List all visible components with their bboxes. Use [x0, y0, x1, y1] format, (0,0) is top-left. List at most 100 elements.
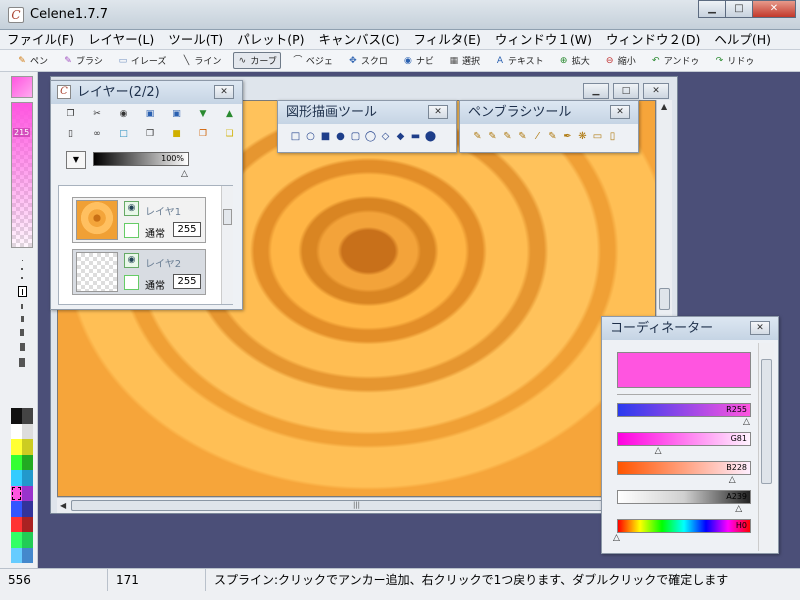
layer-list-scrollbar[interactable]: [221, 186, 233, 304]
pen-tool-icon[interactable]: ❋: [575, 131, 590, 142]
layer-eye-icon[interactable]: ◉: [124, 253, 139, 268]
palette-swatch[interactable]: [11, 408, 22, 424]
layer-down-icon[interactable]: ▼: [198, 109, 209, 120]
scroll-left-icon[interactable]: ◀: [60, 501, 66, 510]
layer-up-icon[interactable]: ▲: [224, 109, 235, 120]
palette-swatch[interactable]: [22, 470, 33, 486]
palette-swatch[interactable]: [11, 501, 22, 517]
menu-canvas[interactable]: キャンバス(C): [311, 30, 406, 49]
canvas-maximize-button[interactable]: □: [613, 83, 639, 99]
delete-layer-icon[interactable]: ✂: [92, 109, 103, 120]
slider-marker-icon[interactable]: △: [729, 475, 736, 485]
color-slider[interactable]: G81: [617, 432, 751, 446]
palette-swatch[interactable]: [22, 532, 33, 548]
palette-swatch[interactable]: [22, 423, 33, 439]
palette-swatch[interactable]: [11, 547, 22, 563]
tool-zoom-out-button[interactable]: ⊖ 縮小: [602, 52, 639, 69]
layer-eye-icon[interactable]: ◉: [124, 201, 139, 216]
palette-swatch[interactable]: [22, 408, 33, 424]
palette-swatch[interactable]: [11, 485, 22, 501]
coordinator-scrollbar[interactable]: [758, 343, 774, 551]
palette-swatch[interactable]: [11, 516, 22, 532]
tool-undo-button[interactable]: ↶ アンドゥ: [648, 52, 703, 69]
layer-merge-icon[interactable]: ❒: [145, 129, 156, 140]
shape-tool-icon[interactable]: □: [288, 131, 303, 142]
palette-swatch[interactable]: [22, 516, 33, 532]
pen-tool-icon[interactable]: ✎: [470, 131, 485, 142]
close-button[interactable]: ✕: [752, 0, 796, 18]
layer-visibility-icon[interactable]: ◉: [118, 109, 129, 120]
shape-tool-icon[interactable]: ▬: [408, 131, 423, 142]
slider-marker-icon[interactable]: △: [743, 417, 750, 427]
shape-tool-icon[interactable]: ▢: [348, 131, 363, 142]
tool-brush-button[interactable]: ✎ ブラシ: [60, 52, 106, 69]
blend-mode-dropdown[interactable]: ▼: [66, 151, 86, 169]
pen-tool-icon[interactable]: ✎: [500, 131, 515, 142]
canvas-minimize-button[interactable]: ▁: [583, 83, 609, 99]
save-layer-icon[interactable]: ▣: [145, 109, 156, 120]
pen-tool-icon[interactable]: ✎: [485, 131, 500, 142]
maximize-button[interactable]: □: [725, 0, 753, 18]
pen-tool-icon[interactable]: ▯: [605, 131, 620, 142]
layer-item[interactable]: ◉ レイヤ2 通常 255: [72, 249, 206, 295]
shape-tool-icon[interactable]: ◯: [363, 131, 378, 142]
layer-lock-toggle[interactable]: [124, 223, 139, 238]
shape-palette-close-button[interactable]: ✕: [428, 105, 448, 119]
slider-marker-icon[interactable]: △: [735, 504, 742, 514]
layer-duplicate-icon[interactable]: ❐: [198, 129, 209, 140]
color-slider[interactable]: B228: [617, 461, 751, 475]
shape-tool-icon[interactable]: ⬤: [423, 131, 438, 142]
tool-navi-button[interactable]: ◉ ナビ: [400, 52, 437, 69]
pen-tool-icon[interactable]: ▭: [590, 131, 605, 142]
scroll-up-icon[interactable]: ▲: [661, 102, 667, 111]
layer-list-scroll-thumb[interactable]: [223, 209, 232, 225]
palette-swatch[interactable]: [11, 454, 22, 470]
tool-select-button[interactable]: ▦ 選択: [446, 52, 483, 69]
new-layer-icon[interactable]: ❐: [65, 109, 76, 120]
tool-text-button[interactable]: A テキスト: [492, 52, 547, 69]
minimize-button[interactable]: ▁: [698, 0, 726, 18]
menu-filter[interactable]: フィルタ(E): [406, 30, 487, 49]
slider-marker-icon[interactable]: △: [613, 533, 620, 543]
opacity-slider-marker-icon[interactable]: △: [181, 169, 188, 179]
shape-tool-icon[interactable]: ◇: [378, 131, 393, 142]
shape-tool-icon[interactable]: ■: [318, 131, 333, 142]
palette-swatch[interactable]: [22, 547, 33, 563]
menu-tool[interactable]: ツール(T): [161, 30, 230, 49]
tool-curve-button[interactable]: ∿ カーブ: [233, 52, 281, 69]
menu-window2[interactable]: ウィンドウ２(D): [599, 30, 707, 49]
menu-file[interactable]: ファイル(F): [0, 30, 81, 49]
tool-zoom-in-button[interactable]: ⊕ 拡大: [556, 52, 593, 69]
color-slider[interactable]: R255: [617, 403, 751, 417]
pen-tool-icon[interactable]: ✎: [515, 131, 530, 142]
menu-window1[interactable]: ウィンドウ１(W): [488, 30, 599, 49]
menu-palette[interactable]: パレット(P): [230, 30, 311, 49]
layer-item[interactable]: ◉ レイヤ1 通常 255: [72, 197, 206, 243]
palette-swatch[interactable]: [22, 439, 33, 455]
pen-tool-icon[interactable]: ⁄: [530, 131, 545, 142]
layer-lock-toggle[interactable]: [124, 275, 139, 290]
pen-palette-close-button[interactable]: ✕: [610, 105, 630, 119]
pen-tool-icon[interactable]: ✎: [545, 131, 560, 142]
color-slider[interactable]: H0: [617, 519, 751, 533]
layer-fill-icon[interactable]: ■: [171, 129, 182, 140]
menu-layer[interactable]: レイヤー(L): [81, 30, 161, 49]
color-slider[interactable]: A239: [617, 490, 751, 504]
layer-clip-icon[interactable]: ▯: [65, 129, 76, 140]
coordinator-close-button[interactable]: ✕: [750, 321, 770, 335]
export-layer-icon[interactable]: ▣: [171, 109, 182, 120]
palette-swatch[interactable]: [11, 439, 22, 455]
layer-link-icon[interactable]: ∞: [92, 129, 103, 140]
tool-scroll-button[interactable]: ✥ スクロ: [345, 52, 391, 69]
pen-tool-icon[interactable]: ✒: [560, 131, 575, 142]
tool-line-button[interactable]: ╲ ライン: [178, 52, 224, 69]
brush-size-selector[interactable]: [14, 260, 30, 374]
coordinator-scroll-thumb[interactable]: [761, 359, 772, 484]
palette-swatch[interactable]: [11, 532, 22, 548]
shape-tool-icon[interactable]: ◆: [393, 131, 408, 142]
canvas-horizontal-scroll-thumb[interactable]: |||: [71, 500, 642, 511]
layer-opacity-slider[interactable]: 100%: [93, 152, 189, 166]
palette-swatch[interactable]: [11, 470, 22, 486]
layer-properties-icon[interactable]: ❑: [224, 129, 235, 140]
menu-help[interactable]: ヘルプ(H): [707, 30, 778, 49]
